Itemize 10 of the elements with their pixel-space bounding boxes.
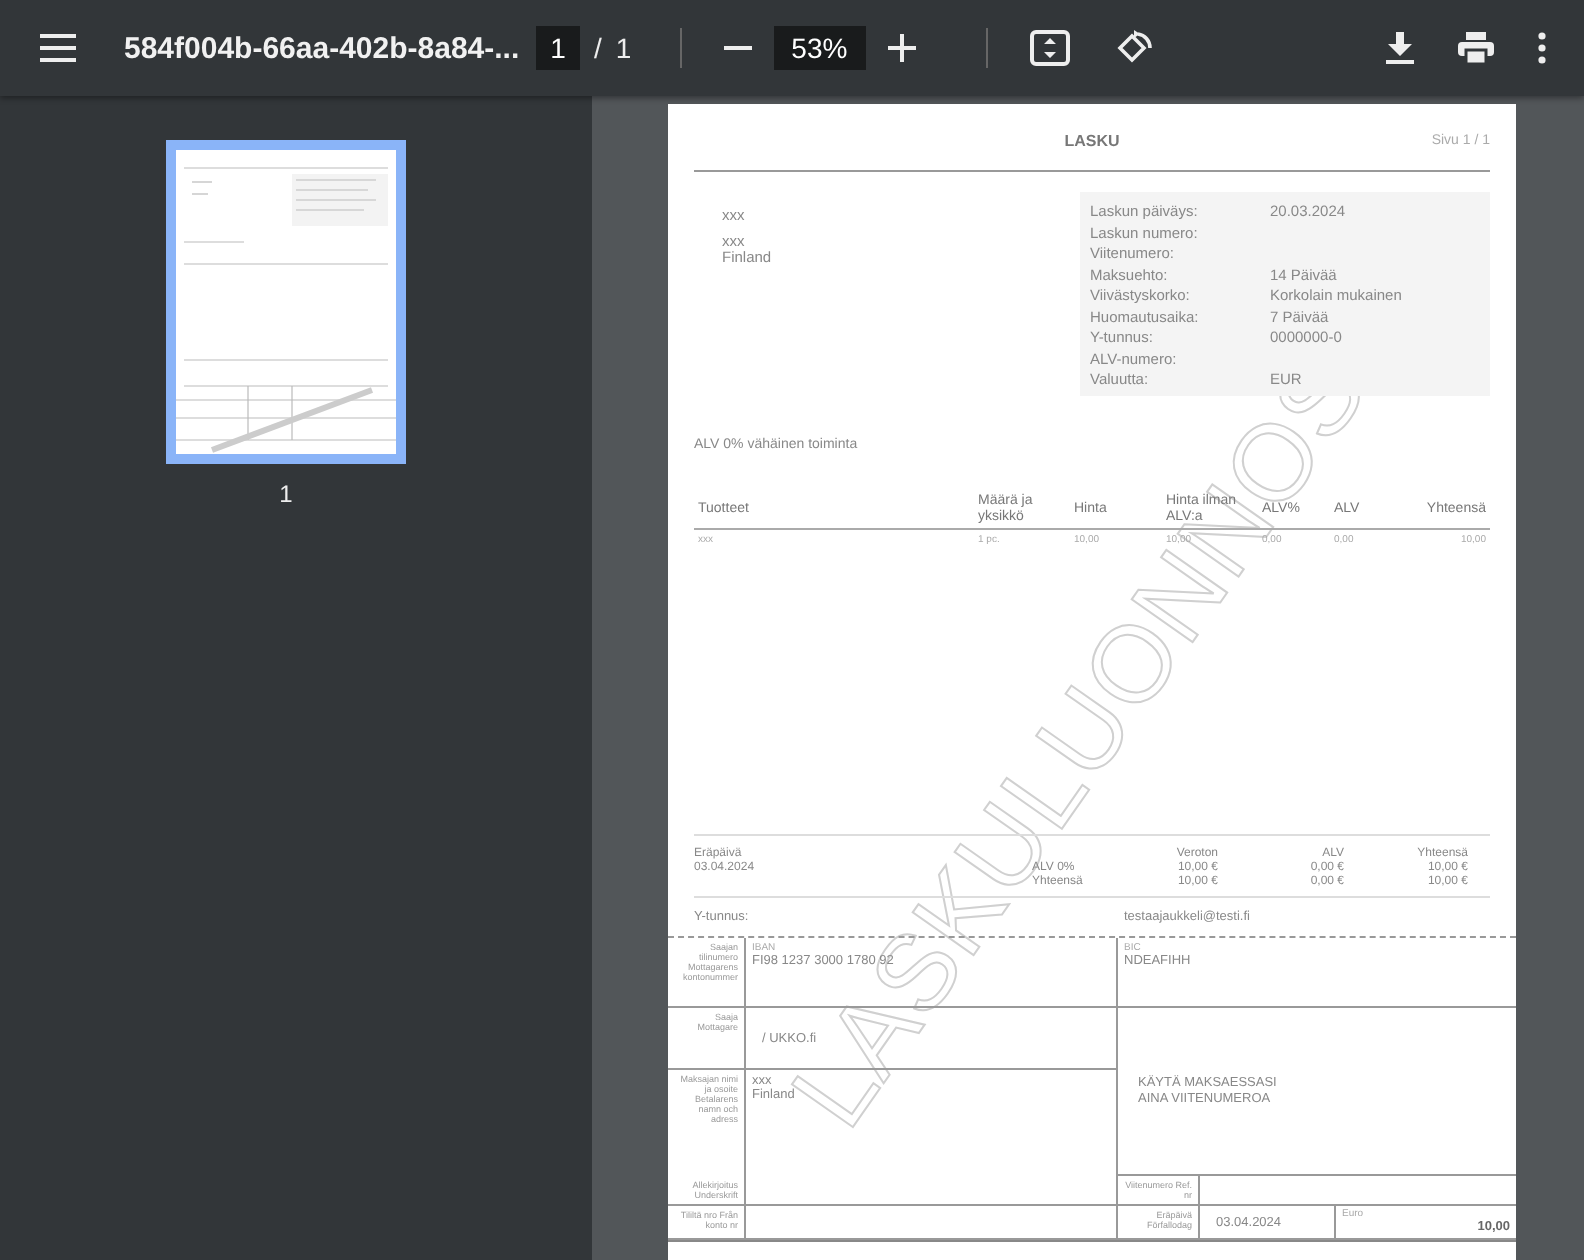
document-heading: LASKU <box>1064 132 1120 150</box>
page-separator: / <box>594 32 602 64</box>
document-title: 584f004b-66aa-402b-8a84-... <box>124 31 522 65</box>
page-number-field[interactable]: 1 <box>536 26 580 70</box>
page-count: 1 <box>615 32 632 64</box>
zoom-field[interactable]: 53% <box>773 26 866 70</box>
minus-icon <box>723 46 752 50</box>
thumbnail-page-number: 1 <box>279 480 293 508</box>
plus-icon <box>887 34 916 62</box>
page-thumbnail[interactable] <box>166 140 406 464</box>
